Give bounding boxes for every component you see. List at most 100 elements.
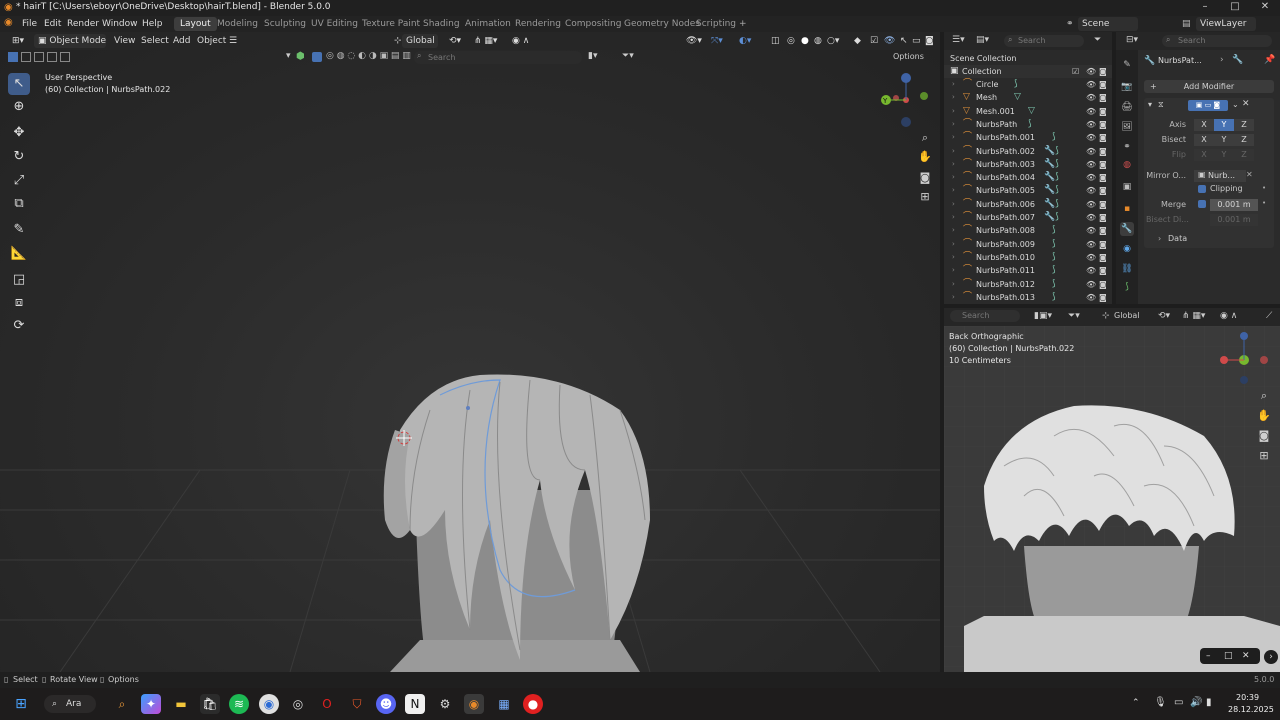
camera-icon[interactable]: ◙ xyxy=(1099,105,1107,118)
bisect-distance-field[interactable]: 0.001 m xyxy=(1210,214,1258,226)
proportional-icon[interactable]: ◉ ∧ xyxy=(1220,311,1237,321)
bookmark-icon[interactable]: ▮▾ xyxy=(588,51,597,61)
eye-icon[interactable]: 👁 xyxy=(1086,65,1096,78)
expand-chevron-icon[interactable]: › xyxy=(952,131,955,144)
merge-distance-field[interactable]: 0.001 m xyxy=(1210,199,1258,211)
shading-rendered-icon[interactable]: ○▾ xyxy=(823,34,843,48)
object-tab-icon[interactable]: ▪ xyxy=(1120,202,1134,216)
display-mode-icon[interactable]: ▤▾ xyxy=(976,35,989,45)
menu-view[interactable]: View xyxy=(110,34,139,48)
wrench-curve-icon[interactable]: 🔧⟆ xyxy=(1044,198,1059,211)
wrench-curve-icon[interactable]: 🔧⟆ xyxy=(1044,171,1059,184)
maximize-float-icon[interactable]: □ xyxy=(1224,648,1233,664)
cursor-tool-icon[interactable]: ⊕ xyxy=(8,96,30,118)
physics-tab-icon[interactable]: ◉ xyxy=(1120,242,1134,256)
clear-field-icon[interactable]: ✕ xyxy=(1246,170,1253,179)
curve-data-icon[interactable]: ⟆ xyxy=(1028,118,1032,131)
ortho-grid-icon[interactable]: ⊞ xyxy=(1256,448,1272,464)
axis-y-toggle[interactable]: Y xyxy=(1214,119,1234,131)
pivot-icon[interactable]: ⟲▾ xyxy=(1158,311,1170,321)
eye-icon[interactable]: 👁 xyxy=(1086,278,1096,291)
filter-type-icon[interactable] xyxy=(312,52,322,62)
outliner-item[interactable]: › ⌒ NurbsPath.011 ⟆ 👁 ◙ xyxy=(944,264,1112,277)
volume-icon[interactable]: 🔊 xyxy=(1190,697,1202,708)
outliner-item[interactable]: › ⌒ NurbsPath.013 ⟆ 👁 ◙ xyxy=(944,291,1112,304)
eye-icon[interactable]: 👁 xyxy=(1086,291,1096,304)
outliner-item[interactable]: › ▽ Mesh.001 ▽ 👁 ◙ xyxy=(944,105,1112,118)
filter-funnel-icon[interactable]: ⏷ xyxy=(1094,35,1101,45)
menu-file[interactable]: File xyxy=(18,17,41,31)
outliner-item[interactable]: › ⌒ NurbsPath.010 ⟆ 👁 ◙ xyxy=(944,251,1112,264)
maximize-button[interactable]: □ xyxy=(1220,0,1250,16)
measure-tool-icon[interactable]: 📐 xyxy=(8,243,30,265)
eye-icon[interactable]: 👁 xyxy=(1086,145,1096,158)
eye-icon[interactable]: 👁 xyxy=(1086,78,1096,91)
select-box-tool-icon[interactable]: ↖ xyxy=(8,73,30,95)
battery-icon[interactable]: ▮ xyxy=(1206,697,1212,708)
camera-view-icon[interactable]: ◙ xyxy=(1256,428,1272,444)
bookmark-icon[interactable]: ▮▣▾ xyxy=(1034,311,1052,321)
outliner-item[interactable]: › ⌒ NurbsPath ⟆ 👁 ◙ xyxy=(944,118,1112,131)
outliner-item[interactable]: › ⌒ NurbsPath.005 🔧⟆ 👁 ◙ xyxy=(944,184,1112,197)
camera-icon[interactable]: ◙ xyxy=(1099,238,1107,251)
keyframe-dot-icon[interactable]: • xyxy=(1262,184,1266,192)
outliner-item[interactable]: › ▽ Mesh ▽ 👁 ◙ xyxy=(944,91,1112,104)
camera-icon[interactable]: ◙ xyxy=(1099,158,1107,171)
bisect-y-toggle[interactable]: Y xyxy=(1214,134,1234,146)
axis-x-toggle[interactable]: X xyxy=(1194,119,1214,131)
outliner-item[interactable]: › ⌒ NurbsPath.004 🔧⟆ 👁 ◙ xyxy=(944,171,1112,184)
wrench-curve-icon[interactable]: 🔧⟆ xyxy=(1044,184,1059,197)
transform-tool-icon[interactable]: ⧉ xyxy=(8,193,30,215)
snap-icon[interactable]: ⋔ ▦▾ xyxy=(470,34,501,48)
transform-orientation[interactable]: Global xyxy=(402,34,438,48)
notion-icon[interactable]: N xyxy=(405,694,425,714)
select-mode-extend-icon[interactable] xyxy=(21,52,31,62)
record-icon[interactable]: ● xyxy=(523,694,543,714)
blender-menu-icon[interactable]: ◉ xyxy=(4,17,13,28)
hamburger-icon[interactable]: ☰ xyxy=(225,34,241,48)
wrench-curve-icon[interactable]: 🔧⟆ xyxy=(1044,145,1059,158)
close-float-icon[interactable]: ✕ xyxy=(1242,648,1250,664)
outliner-search-input[interactable]: Search xyxy=(1004,35,1084,47)
flip-z-toggle[interactable]: Z xyxy=(1234,149,1254,161)
camera-icon[interactable]: ◙ xyxy=(1099,171,1107,184)
scene-tab-icon[interactable]: ⚭ xyxy=(1120,140,1134,154)
curve-data-icon[interactable]: ⟆ xyxy=(1052,224,1056,237)
properties-editor-icon[interactable]: ⊟▾ xyxy=(1126,35,1138,45)
snap-icon[interactable]: ⋔ ▦▾ xyxy=(1182,311,1205,321)
bisect-x-toggle[interactable]: X xyxy=(1194,134,1214,146)
expand-chevron-icon[interactable]: › xyxy=(952,91,955,104)
collection-color-icon[interactable]: ⬢ xyxy=(296,51,305,62)
camera-icon[interactable]: ◙ xyxy=(1099,251,1107,264)
pan-hand-icon[interactable]: ✋ xyxy=(917,149,933,165)
select-mode-invert-icon[interactable] xyxy=(47,52,57,62)
overlay-icon[interactable]: ◐▾ xyxy=(735,34,755,48)
expand-chevron-icon[interactable]: › xyxy=(952,158,955,171)
modifier-remove-icon[interactable]: ✕ xyxy=(1242,99,1250,109)
microphone-icon[interactable]: 🎙 xyxy=(1154,697,1167,708)
outliner-item[interactable]: › ⌒ NurbsPath.001 ⟆ 👁 ◙ xyxy=(944,131,1112,144)
mesh-data-icon[interactable]: ▽ xyxy=(1014,91,1021,104)
outliner-editor-icon[interactable]: ☰▾ xyxy=(952,35,965,45)
visibility-icon[interactable]: 👁▾ xyxy=(682,34,706,48)
render-tab-icon[interactable]: 📷 xyxy=(1120,80,1134,94)
extrude-tool-icon[interactable]: ⧈ xyxy=(8,292,30,314)
constraints-tab-icon[interactable]: ⛓ xyxy=(1120,262,1134,276)
eye-icon[interactable]: 👁 xyxy=(1086,118,1096,131)
scene-selector[interactable]: Scene xyxy=(1078,17,1138,31)
select-mode-set-icon[interactable] xyxy=(8,52,18,62)
options-dropdown[interactable]: Options xyxy=(893,52,924,61)
menu-add[interactable]: Add xyxy=(169,34,194,48)
modifier-visibility-toggles[interactable]: ▣ ▭ ◙ xyxy=(1188,100,1228,111)
camera-restrict-icon[interactable]: ◙ xyxy=(921,34,938,48)
flip-y-toggle[interactable]: Y xyxy=(1214,149,1234,161)
viewport-back-ortho[interactable]: Back Orthographic (60) Collection | Nurb… xyxy=(944,326,1280,672)
camera-icon[interactable]: ◙ xyxy=(1099,65,1107,78)
minimize-button[interactable]: – xyxy=(1190,0,1220,16)
outliner-item[interactable]: › ⌒ NurbsPath.003 🔧⟆ 👁 ◙ xyxy=(944,158,1112,171)
output-tab-icon[interactable]: 🖨 xyxy=(1120,100,1134,114)
brave-icon[interactable]: ⛉ xyxy=(347,694,367,714)
rotate-tool-icon[interactable]: ↻ xyxy=(8,146,30,168)
ortho-grid-icon[interactable]: ⊞ xyxy=(917,189,933,205)
search-app-icon[interactable]: ⌕ xyxy=(112,694,132,714)
